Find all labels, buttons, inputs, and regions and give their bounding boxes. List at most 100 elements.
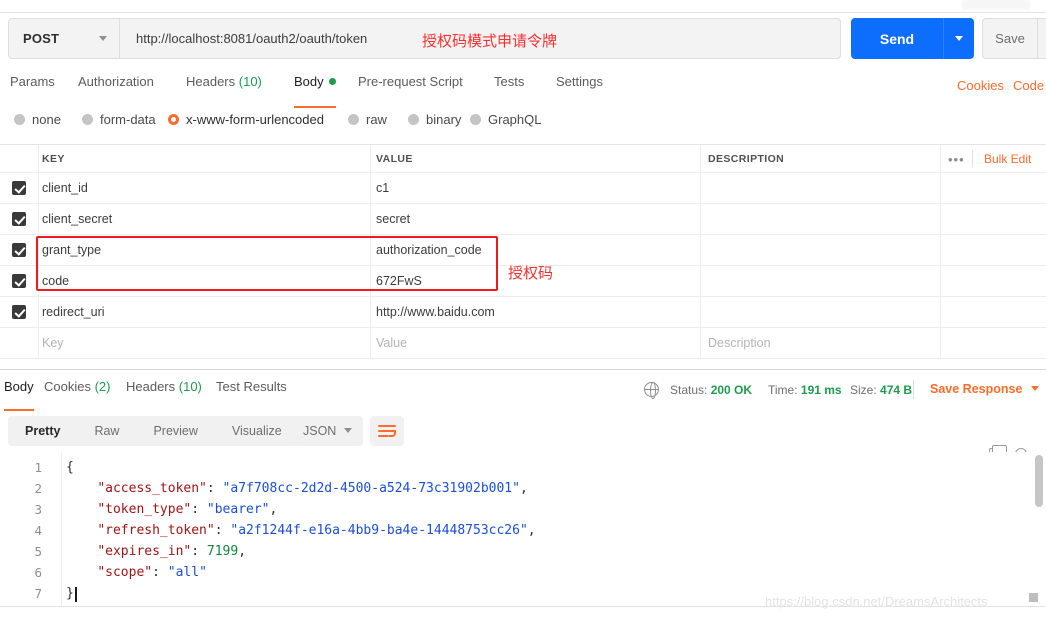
body-type-binary[interactable]: binary: [408, 112, 461, 127]
request-tab-headers[interactable]: Headers (10): [186, 74, 262, 102]
cell-key[interactable]: client_id: [38, 173, 370, 203]
request-tab-settings[interactable]: Settings: [556, 74, 603, 102]
body-type-label: x-www-form-urlencoded: [186, 112, 324, 127]
empty-cell-value[interactable]: Value: [370, 328, 700, 358]
time-indicator: Time: 191 ms: [768, 383, 842, 397]
response-body-viewer[interactable]: 1 2 3 4 5 6 7 { "access_token": "a7f708cc-2d2d…: [0, 452, 1046, 607]
column-divider: [940, 204, 941, 234]
body-type-GraphQL[interactable]: GraphQL: [470, 112, 541, 127]
code-line: "scope": "all": [66, 565, 207, 580]
json-comma: ,: [527, 523, 536, 538]
viewer-mode-visualize[interactable]: Visualize: [215, 416, 299, 446]
save-response-button[interactable]: Save Response: [930, 382, 1039, 396]
row-checkbox[interactable]: [0, 266, 38, 296]
table-row-empty[interactable]: Key Value Description: [0, 328, 1046, 359]
status-divider: [913, 380, 914, 399]
response-tab-cookies[interactable]: Cookies (2): [44, 379, 110, 405]
status-bar: [0, 607, 1046, 622]
radio-icon: [82, 114, 93, 125]
line-number: 6: [34, 565, 42, 580]
json-key: "refresh_token": [97, 523, 215, 538]
request-tab-params[interactable]: Params: [10, 74, 55, 102]
request-tab-authorization[interactable]: Authorization: [78, 74, 154, 102]
window-top-strip: [0, 0, 1046, 13]
table-row[interactable]: client_secret secret: [0, 204, 1046, 235]
response-tab-headers[interactable]: Headers (10): [126, 379, 202, 405]
code-line: "token_type": "bearer",: [66, 502, 277, 517]
send-options-button[interactable]: [943, 18, 974, 59]
response-tab-body[interactable]: Body: [4, 379, 34, 411]
code-line: {: [66, 460, 74, 475]
viewer-mode-pretty[interactable]: Pretty: [8, 416, 77, 446]
header-separator: [972, 150, 973, 167]
cell-description[interactable]: [700, 266, 940, 296]
http-method-select[interactable]: POST: [8, 18, 120, 59]
request-tab-body[interactable]: Body: [294, 74, 336, 108]
row-checkbox[interactable]: [0, 235, 38, 265]
save-button-label: Save: [995, 31, 1025, 46]
body-type-label: raw: [366, 112, 387, 127]
row-checkbox[interactable]: [0, 328, 38, 358]
checkbox-checked-icon: [12, 243, 26, 257]
gutter-divider: [61, 452, 62, 607]
more-options-icon[interactable]: •••: [948, 152, 965, 167]
row-checkbox[interactable]: [0, 297, 38, 327]
json-key: "token_type": [97, 502, 192, 517]
cell-key[interactable]: redirect_uri: [38, 297, 370, 327]
tab-stub[interactable]: [962, 0, 1030, 9]
table-row[interactable]: redirect_uri http://www.baidu.com: [0, 297, 1046, 328]
bulk-edit-button[interactable]: Bulk Edit: [984, 152, 1031, 166]
response-tab-test-results[interactable]: Test Results: [216, 379, 287, 405]
code-line: "access_token": "a7f708cc-2d2d-4500-a524…: [66, 481, 527, 496]
empty-cell-description[interactable]: Description: [700, 328, 940, 358]
empty-cell-key[interactable]: Key: [38, 328, 370, 358]
save-options-button[interactable]: [1038, 18, 1046, 59]
size-indicator: Size: 474 B: [850, 383, 912, 397]
wrap-arrow-icon: [389, 430, 396, 437]
request-tab-pre-request-script[interactable]: Pre-request Script: [358, 74, 463, 102]
cell-description[interactable]: [700, 297, 940, 327]
cell-description[interactable]: [700, 235, 940, 265]
line-number: 1: [34, 460, 42, 475]
response-format-select[interactable]: JSON: [293, 416, 363, 446]
cell-description[interactable]: [700, 173, 940, 203]
body-type-none[interactable]: none: [14, 112, 61, 127]
column-divider: [940, 173, 941, 203]
save-response-label: Save Response: [930, 382, 1023, 396]
row-checkbox[interactable]: [0, 173, 38, 203]
json-value: "all": [167, 565, 207, 580]
viewer-mode-raw[interactable]: Raw: [77, 416, 136, 446]
cell-value[interactable]: http://www.baidu.com: [370, 297, 700, 327]
send-button[interactable]: Send: [851, 18, 943, 59]
viewer-mode-preview[interactable]: Preview: [136, 416, 214, 446]
cell-key[interactable]: grant_type: [38, 235, 370, 265]
http-method-label: POST: [23, 31, 60, 46]
table-row[interactable]: client_id c1: [0, 173, 1046, 204]
request-tab-label: Headers: [186, 74, 236, 89]
request-url-input[interactable]: http://localhost:8081/oauth2/oauth/token…: [120, 18, 841, 59]
response-scrollbar-thumb[interactable]: [1035, 455, 1043, 507]
cell-description[interactable]: [700, 204, 940, 234]
cell-key[interactable]: code: [38, 266, 370, 296]
body-type-form-data[interactable]: form-data: [82, 112, 156, 127]
word-wrap-button[interactable]: [370, 416, 404, 446]
request-tab-tests[interactable]: Tests: [494, 74, 524, 102]
request-tab-count: (10): [238, 74, 262, 89]
highlight-annotation-text: 授权码: [508, 264, 554, 282]
body-type-raw[interactable]: raw: [348, 112, 387, 127]
params-table: KEY VALUE DESCRIPTION ••• Bulk Edit client_id…: [0, 144, 1046, 359]
cell-key[interactable]: client_secret: [38, 204, 370, 234]
request-url-text: http://localhost:8081/oauth2/oauth/token: [136, 31, 368, 46]
active-tab-underline: [294, 105, 336, 108]
cell-value[interactable]: authorization_code: [370, 235, 700, 265]
text-cursor: [75, 587, 77, 602]
request-code-link[interactable]: Code: [1013, 78, 1044, 93]
code-line: }: [66, 586, 77, 602]
body-type-x-www-form-urlencoded[interactable]: x-www-form-urlencoded: [168, 112, 324, 127]
cell-value[interactable]: c1: [370, 173, 700, 203]
request-cookies-link[interactable]: Cookies: [957, 78, 1004, 93]
cell-value[interactable]: secret: [370, 204, 700, 234]
save-button[interactable]: Save: [982, 18, 1038, 59]
postman-window: POST http://localhost:8081/oauth2/oauth/…: [0, 0, 1046, 622]
row-checkbox[interactable]: [0, 204, 38, 234]
